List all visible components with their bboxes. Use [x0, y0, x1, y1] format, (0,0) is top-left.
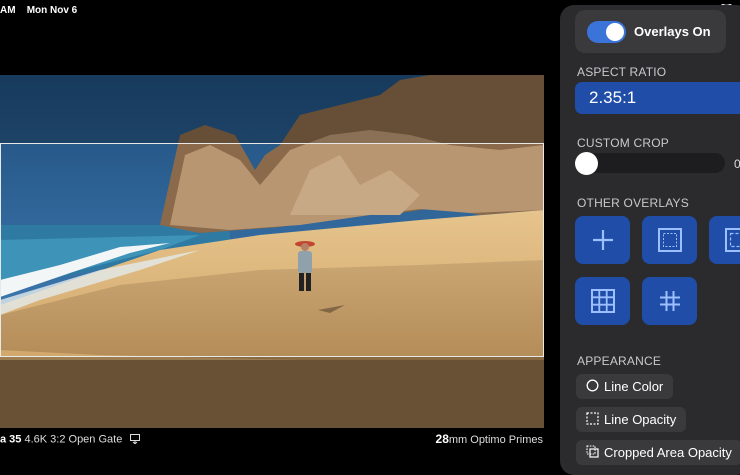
aspect-ratio-field[interactable]: 2.35:1: [575, 82, 740, 114]
other-overlays-heading: OTHER OVERLAYS: [577, 196, 689, 210]
camera-name: a 35: [0, 433, 21, 445]
lens-name: mm Optimo Primes: [449, 434, 543, 446]
line-opacity-label: Line Opacity: [604, 412, 676, 427]
custom-crop-slider[interactable]: [575, 153, 725, 173]
status-date: Mon Nov 6: [27, 5, 78, 16]
lens-info: 28mm Optimo Primes: [436, 432, 543, 446]
frame-corners-icon: [724, 227, 740, 253]
hash-icon: [657, 288, 683, 314]
custom-crop-slider-knob[interactable]: [575, 152, 598, 175]
cropped-area-opacity-label: Cropped Area Opacity: [604, 445, 732, 460]
overlay-settings-panel: Overlays On ASPECT RATIO 2.35:1 CUSTOM C…: [560, 5, 740, 475]
crop-top-band: [0, 75, 544, 143]
status-time: AM Mon Nov 6: [0, 5, 77, 16]
focal-length: 28: [436, 432, 449, 446]
line-color-label: Line Color: [604, 379, 663, 394]
line-color-button[interactable]: Line Color: [576, 374, 673, 399]
cropped-area-opacity-button[interactable]: Cropped Area Opacity: [576, 440, 740, 465]
line-opacity-button[interactable]: Line Opacity: [576, 407, 686, 432]
crop-bottom-band: [0, 357, 544, 428]
dashed-square-icon: [586, 412, 599, 428]
appearance-heading: APPEARANCE: [577, 354, 661, 368]
aspect-ratio-value: 2.35:1: [589, 88, 636, 108]
action-safe-button[interactable]: [709, 216, 740, 264]
viewfinder-image[interactable]: [0, 75, 544, 428]
center-cross-button[interactable]: [575, 216, 630, 264]
beach-scene: [0, 75, 544, 428]
safe-area-button[interactable]: [642, 216, 697, 264]
grid-hash-button[interactable]: [642, 277, 697, 325]
status-clock: AM: [0, 5, 16, 16]
camera-info: a 35 4.6K 3:2 Open Gate: [0, 432, 141, 447]
safe-area-icon: [657, 227, 683, 253]
overlays-toggle-card[interactable]: Overlays On: [575, 10, 726, 53]
toggle-knob: [606, 23, 624, 41]
aspect-ratio-heading: ASPECT RATIO: [577, 65, 666, 79]
custom-crop-value: 0: [734, 157, 740, 171]
overlays-toggle-switch[interactable]: [587, 21, 626, 43]
camera-format: 4.6K 3:2 Open Gate: [21, 433, 122, 445]
overlays-toggle-label: Overlays On: [634, 24, 711, 39]
grid-icon: [590, 288, 616, 314]
resize-icon[interactable]: [129, 432, 141, 447]
plus-icon: [590, 227, 616, 253]
stacked-squares-icon: [586, 445, 599, 461]
grid-thirds-button[interactable]: [575, 277, 630, 325]
custom-crop-heading: CUSTOM CROP: [577, 136, 669, 150]
circle-icon: [586, 379, 599, 395]
